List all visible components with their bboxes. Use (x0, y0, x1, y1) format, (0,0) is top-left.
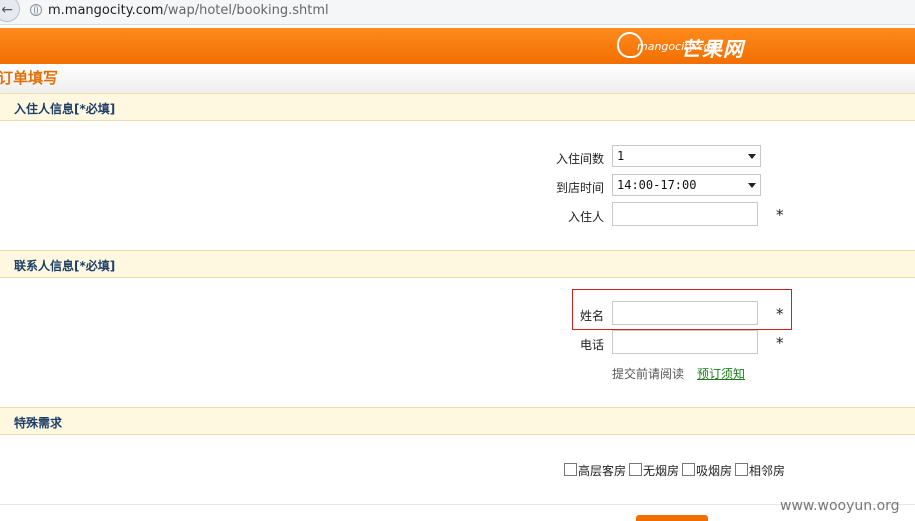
section-title-special: 特殊需求 (14, 416, 63, 430)
address-url[interactable]: m.mangocity.com/wap/hotel/booking.shtml (48, 3, 329, 18)
guest-name-input[interactable] (612, 202, 758, 226)
section-title-guest: 入住人信息[*必填] (14, 102, 116, 116)
adjacent-rooms-label: 相邻房 (749, 464, 786, 478)
required-mark: * (776, 305, 784, 323)
url-host: m.mangocity.com (48, 3, 164, 18)
read-before-submit-note: 提交前请阅读 (612, 367, 685, 381)
adjacent-rooms-checkbox[interactable] (735, 463, 749, 476)
chevron-down-icon (748, 183, 756, 188)
watermark: www.wooyun.org (780, 498, 900, 514)
section-header-special: 特殊需求 (0, 407, 915, 435)
mangocity-logo[interactable]: mangocity.com 芒果网 (617, 31, 767, 61)
guest-name-label: 入住人 (568, 210, 605, 224)
submit-button[interactable] (636, 515, 708, 521)
required-mark: * (776, 206, 784, 224)
section-header-guest: 入住人信息[*必填] (0, 93, 915, 121)
contact-phone-label: 电话 (580, 338, 605, 352)
non-smoking-checkbox[interactable] (629, 463, 643, 476)
arrival-time-value: 14:00-17:00 (617, 178, 697, 192)
page-title: 订单填写 (0, 69, 59, 87)
booking-notice-link[interactable]: 预订须知 (697, 365, 745, 382)
contact-phone-input[interactable] (612, 330, 758, 354)
page-title-bar: 订单填写 (0, 64, 915, 93)
rooms-select-value: 1 (617, 149, 625, 163)
required-mark: * (776, 334, 784, 352)
site-banner: mangocity.com 芒果网 (0, 28, 915, 64)
logo-cn: 芒果网 (681, 37, 744, 61)
section-header-contact: 联系人信息[*必填] (0, 250, 915, 278)
browser-address-bar: ← m.mangocity.com/wap/hotel/booking.shtm… (0, 0, 915, 25)
globe-icon (30, 4, 42, 16)
section-title-contact: 联系人信息[*必填] (14, 259, 116, 273)
contact-name-input[interactable] (612, 301, 758, 325)
arrival-time-label: 到店时间 (556, 181, 605, 195)
rooms-select[interactable]: 1 (612, 145, 761, 167)
rooms-label: 入住间数 (556, 152, 605, 166)
bottom-divider (0, 504, 915, 518)
non-smoking-label: 无烟房 (643, 464, 680, 478)
back-arrow-icon[interactable]: ← (0, 0, 20, 22)
chevron-down-icon (748, 154, 756, 159)
smoking-label: 吸烟房 (696, 464, 733, 478)
special-requests-options: 高层客房 无烟房 吸烟房 相邻房 (564, 462, 788, 479)
high-floor-checkbox[interactable] (564, 463, 577, 476)
arrival-time-select[interactable]: 14:00-17:00 (612, 174, 761, 196)
url-path: /wap/hotel/booking.shtml (163, 3, 329, 18)
contact-name-label: 姓名 (580, 309, 605, 323)
smoking-checkbox[interactable] (682, 463, 696, 476)
high-floor-label: 高层客房 (578, 464, 627, 478)
